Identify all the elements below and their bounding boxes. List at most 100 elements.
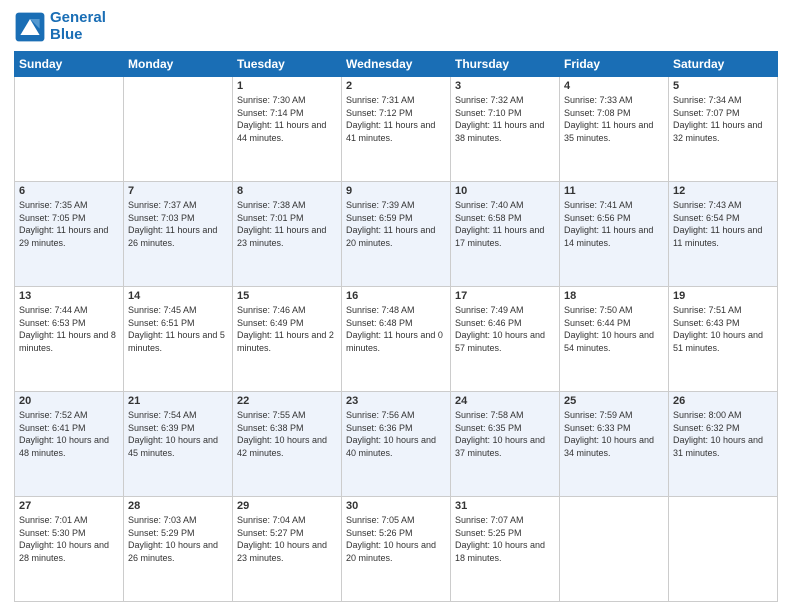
- calendar-cell: [669, 497, 778, 602]
- calendar-cell: 5 Sunrise: 7:34 AMSunset: 7:07 PMDaylight…: [669, 77, 778, 182]
- day-number: 1: [237, 80, 337, 92]
- day-number: 21: [128, 395, 228, 407]
- day-number: 27: [19, 500, 119, 512]
- day-info: Sunrise: 7:54 AMSunset: 6:39 PMDaylight:…: [128, 409, 228, 459]
- calendar-week-row: 20Sunrise: 7:52 AMSunset: 6:41 PMDayligh…: [15, 392, 778, 497]
- day-info: Sunrise: 7:45 AMSunset: 6:51 PMDaylight:…: [128, 304, 228, 354]
- day-info: Sunrise: 7:30 AMSunset: 7:14 PMDaylight:…: [237, 94, 337, 144]
- calendar-cell: 23 Sunrise: 7:56 AMSunset: 6:36 PMDayligh…: [342, 392, 451, 497]
- day-number: 23: [346, 395, 446, 407]
- day-info: Sunrise: 7:56 AMSunset: 6:36 PMDaylight:…: [346, 409, 446, 459]
- calendar-cell: 16 Sunrise: 7:48 AMSunset: 6:48 PMDayligh…: [342, 287, 451, 392]
- calendar-cell: 30 Sunrise: 7:05 AMSunset: 5:26 PMDayligh…: [342, 497, 451, 602]
- calendar-cell: 1 Sunrise: 7:30 AMSunset: 7:14 PMDaylight…: [233, 77, 342, 182]
- day-number: 19: [673, 290, 773, 302]
- day-info: Sunrise: 7:41 AMSunset: 6:56 PMDaylight:…: [564, 199, 664, 249]
- calendar-cell: 9 Sunrise: 7:39 AMSunset: 6:59 PMDaylight…: [342, 182, 451, 287]
- day-number: 6: [19, 185, 119, 197]
- calendar-week-row: 6Sunrise: 7:35 AMSunset: 7:05 PMDaylight…: [15, 182, 778, 287]
- day-number: 20: [19, 395, 119, 407]
- day-info: Sunrise: 7:40 AMSunset: 6:58 PMDaylight:…: [455, 199, 555, 249]
- day-number: 8: [237, 185, 337, 197]
- day-number: 30: [346, 500, 446, 512]
- day-header-saturday: Saturday: [669, 52, 778, 77]
- day-info: Sunrise: 7:03 AMSunset: 5:29 PMDaylight:…: [128, 514, 228, 564]
- day-number: 26: [673, 395, 773, 407]
- calendar-cell: 2 Sunrise: 7:31 AMSunset: 7:12 PMDaylight…: [342, 77, 451, 182]
- day-info: Sunrise: 7:32 AMSunset: 7:10 PMDaylight:…: [455, 94, 555, 144]
- calendar-cell: 8Sunrise: 7:38 AMSunset: 7:01 PMDaylight…: [233, 182, 342, 287]
- day-number: 12: [673, 185, 773, 197]
- day-info: Sunrise: 7:39 AMSunset: 6:59 PMDaylight:…: [346, 199, 446, 249]
- day-number: 29: [237, 500, 337, 512]
- day-info: Sunrise: 7:58 AMSunset: 6:35 PMDaylight:…: [455, 409, 555, 459]
- calendar-cell: 15 Sunrise: 7:46 AMSunset: 6:49 PMDayligh…: [233, 287, 342, 392]
- day-number: 5: [673, 80, 773, 92]
- day-info: Sunrise: 7:04 AMSunset: 5:27 PMDaylight:…: [237, 514, 337, 564]
- calendar-week-row: 1 Sunrise: 7:30 AMSunset: 7:14 PMDaylight…: [15, 77, 778, 182]
- calendar-cell: 31 Sunrise: 7:07 AMSunset: 5:25 PMDayligh…: [451, 497, 560, 602]
- day-info: Sunrise: 7:31 AMSunset: 7:12 PMDaylight:…: [346, 94, 446, 144]
- calendar-cell: 26Sunrise: 8:00 AMSunset: 6:32 PMDayligh…: [669, 392, 778, 497]
- day-number: 7: [128, 185, 228, 197]
- day-info: Sunrise: 7:50 AMSunset: 6:44 PMDaylight:…: [564, 304, 664, 354]
- calendar-cell: 28 Sunrise: 7:03 AMSunset: 5:29 PMDayligh…: [124, 497, 233, 602]
- day-header-thursday: Thursday: [451, 52, 560, 77]
- day-info: Sunrise: 7:44 AMSunset: 6:53 PMDaylight:…: [19, 304, 119, 354]
- calendar-cell: [15, 77, 124, 182]
- day-number: 13: [19, 290, 119, 302]
- calendar-cell: 6Sunrise: 7:35 AMSunset: 7:05 PMDaylight…: [15, 182, 124, 287]
- day-info: Sunrise: 7:49 AMSunset: 6:46 PMDaylight:…: [455, 304, 555, 354]
- day-number: 28: [128, 500, 228, 512]
- day-info: Sunrise: 7:48 AMSunset: 6:48 PMDaylight:…: [346, 304, 446, 354]
- calendar-cell: 7 Sunrise: 7:37 AMSunset: 7:03 PMDaylight…: [124, 182, 233, 287]
- calendar-week-row: 27Sunrise: 7:01 AMSunset: 5:30 PMDayligh…: [15, 497, 778, 602]
- calendar-cell: 19Sunrise: 7:51 AMSunset: 6:43 PMDayligh…: [669, 287, 778, 392]
- day-header-monday: Monday: [124, 52, 233, 77]
- day-number: 15: [237, 290, 337, 302]
- calendar-cell: 11 Sunrise: 7:41 AMSunset: 6:56 PMDayligh…: [560, 182, 669, 287]
- calendar-cell: 20Sunrise: 7:52 AMSunset: 6:41 PMDayligh…: [15, 392, 124, 497]
- day-number: 17: [455, 290, 555, 302]
- calendar-cell: [124, 77, 233, 182]
- day-info: Sunrise: 7:43 AMSunset: 6:54 PMDaylight:…: [673, 199, 773, 249]
- calendar-cell: 18 Sunrise: 7:50 AMSunset: 6:44 PMDayligh…: [560, 287, 669, 392]
- day-number: 10: [455, 185, 555, 197]
- day-info: Sunrise: 7:34 AMSunset: 7:07 PMDaylight:…: [673, 94, 773, 144]
- calendar-cell: 17 Sunrise: 7:49 AMSunset: 6:46 PMDayligh…: [451, 287, 560, 392]
- day-header-sunday: Sunday: [15, 52, 124, 77]
- calendar-cell: 14 Sunrise: 7:45 AMSunset: 6:51 PMDayligh…: [124, 287, 233, 392]
- day-info: Sunrise: 7:07 AMSunset: 5:25 PMDaylight:…: [455, 514, 555, 564]
- logo-icon: [14, 11, 46, 43]
- day-number: 9: [346, 185, 446, 197]
- day-info: Sunrise: 7:59 AMSunset: 6:33 PMDaylight:…: [564, 409, 664, 459]
- day-number: 22: [237, 395, 337, 407]
- logo-text: General Blue: [50, 10, 106, 43]
- day-number: 16: [346, 290, 446, 302]
- calendar-cell: 29 Sunrise: 7:04 AMSunset: 5:27 PMDayligh…: [233, 497, 342, 602]
- calendar-cell: 21 Sunrise: 7:54 AMSunset: 6:39 PMDayligh…: [124, 392, 233, 497]
- calendar-cell: 25 Sunrise: 7:59 AMSunset: 6:33 PMDayligh…: [560, 392, 669, 497]
- day-header-wednesday: Wednesday: [342, 52, 451, 77]
- day-number: 25: [564, 395, 664, 407]
- day-number: 24: [455, 395, 555, 407]
- calendar-table: SundayMondayTuesdayWednesdayThursdayFrid…: [14, 51, 778, 602]
- calendar-cell: [560, 497, 669, 602]
- calendar-cell: 22 Sunrise: 7:55 AMSunset: 6:38 PMDayligh…: [233, 392, 342, 497]
- day-number: 4: [564, 80, 664, 92]
- day-info: Sunrise: 7:55 AMSunset: 6:38 PMDaylight:…: [237, 409, 337, 459]
- day-number: 31: [455, 500, 555, 512]
- day-number: 18: [564, 290, 664, 302]
- day-info: Sunrise: 7:05 AMSunset: 5:26 PMDaylight:…: [346, 514, 446, 564]
- day-number: 11: [564, 185, 664, 197]
- day-info: Sunrise: 7:33 AMSunset: 7:08 PMDaylight:…: [564, 94, 664, 144]
- day-number: 14: [128, 290, 228, 302]
- calendar-cell: 24 Sunrise: 7:58 AMSunset: 6:35 PMDayligh…: [451, 392, 560, 497]
- page: General Blue SundayMondayTuesdayWednesda…: [0, 0, 792, 612]
- day-number: 2: [346, 80, 446, 92]
- day-header-tuesday: Tuesday: [233, 52, 342, 77]
- header: General Blue: [14, 10, 778, 43]
- day-info: Sunrise: 7:37 AMSunset: 7:03 PMDaylight:…: [128, 199, 228, 249]
- day-info: Sunrise: 7:46 AMSunset: 6:49 PMDaylight:…: [237, 304, 337, 354]
- calendar-cell: 27Sunrise: 7:01 AMSunset: 5:30 PMDayligh…: [15, 497, 124, 602]
